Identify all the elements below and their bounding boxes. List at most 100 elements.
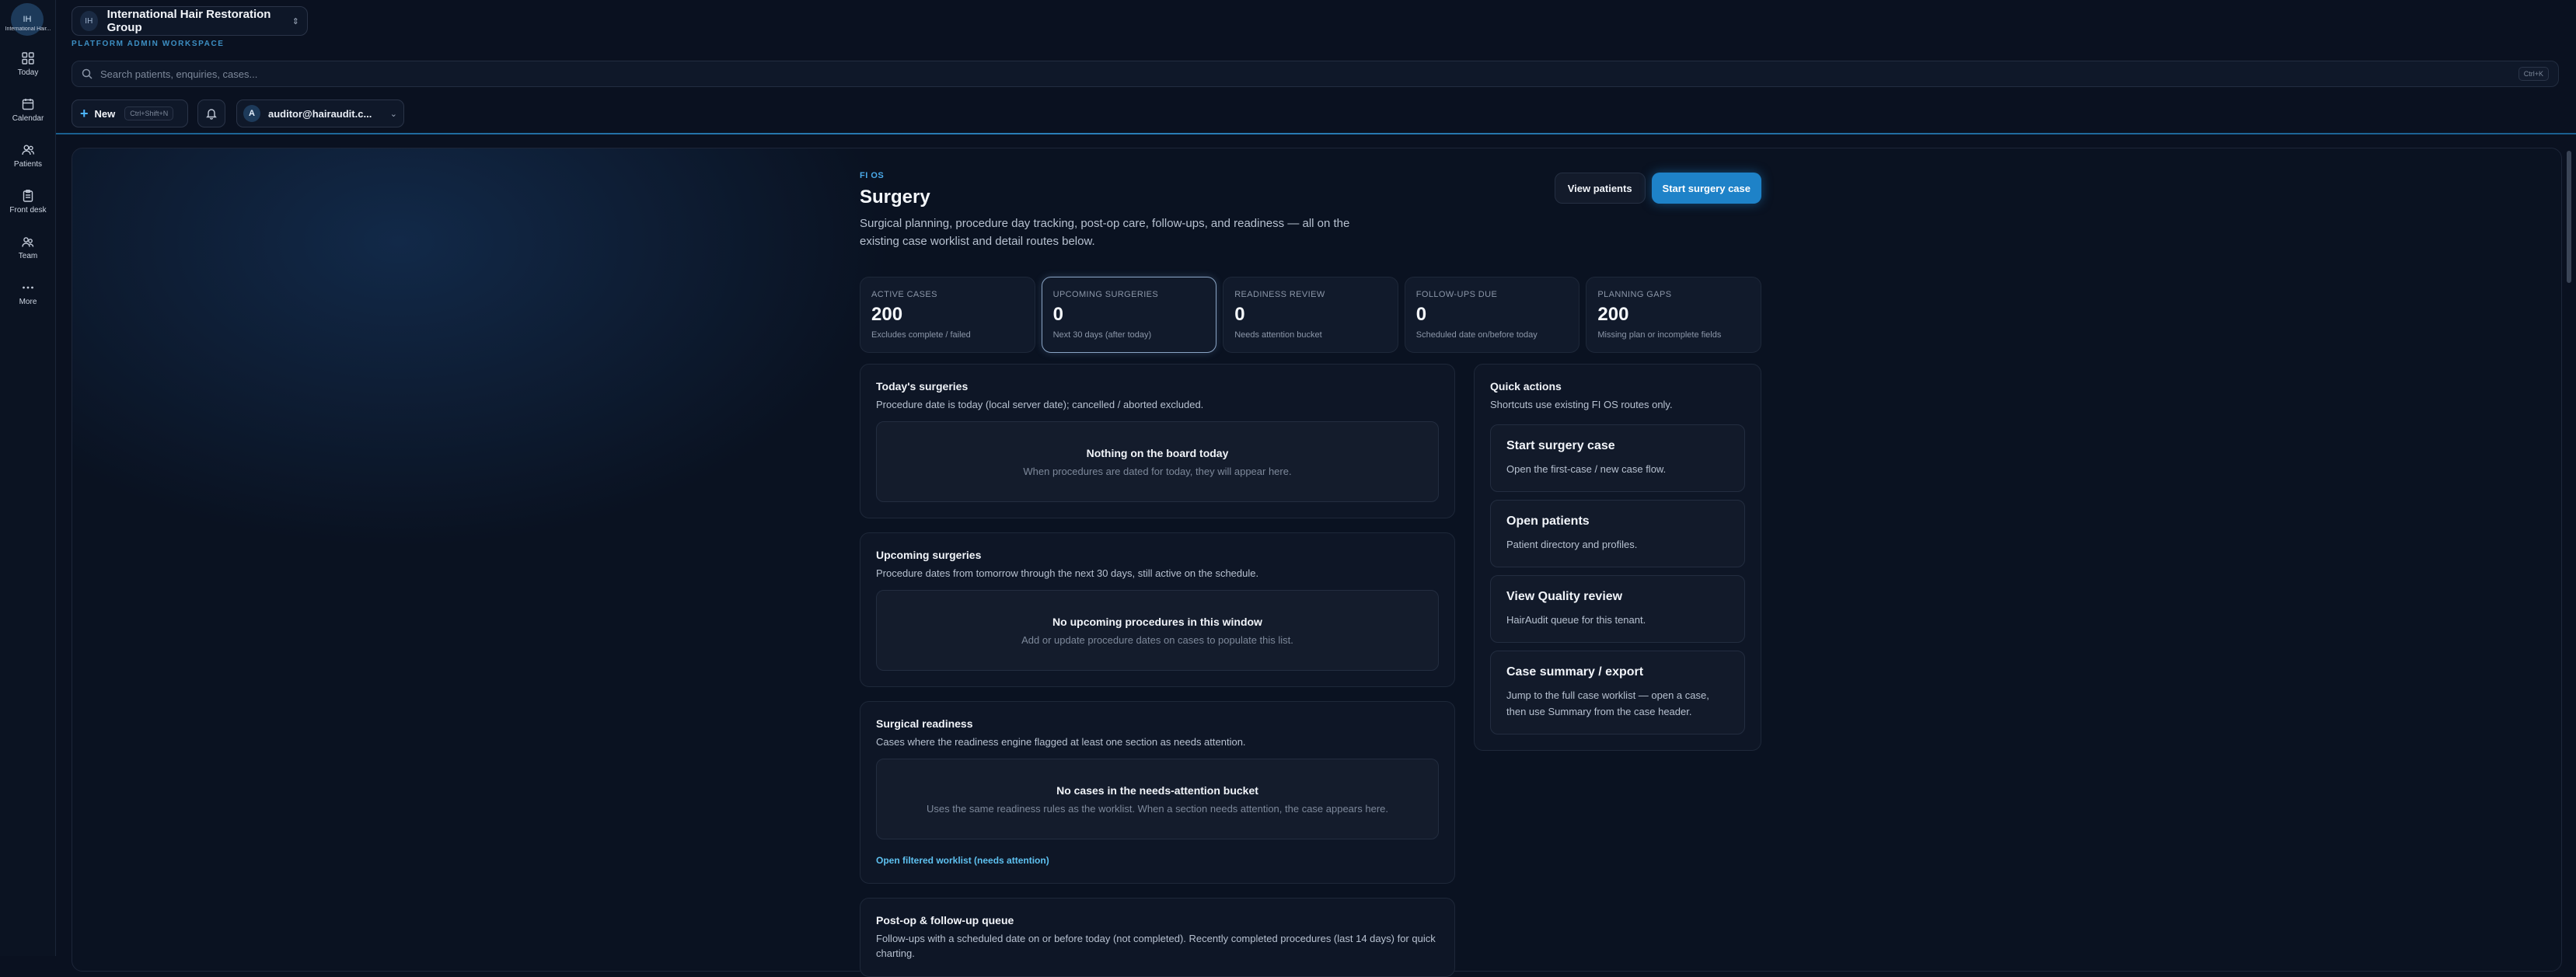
empty-state-description: When procedures are dated for today, the… [1023, 465, 1292, 477]
grid-icon [22, 52, 34, 65]
kpi-note: Next 30 days (after today) [1052, 330, 1152, 340]
empty-state: Nothing on the board today When procedur… [876, 421, 1439, 502]
content-grid: Today's surgeries Procedure date is toda… [860, 364, 1761, 977]
search-icon [82, 68, 92, 79]
users-icon [22, 145, 35, 155]
empty-state-description: Add or update procedure dates on cases t… [1021, 633, 1293, 646]
scrollbar[interactable] [2565, 148, 2573, 956]
kpi-active-cases[interactable]: ACTIVE CASES 200 Excludes complete / fai… [860, 277, 1035, 353]
kpi-planning-gaps[interactable]: PLANNING GAPS 200 Missing plan or incomp… [1586, 277, 1761, 353]
kpi-label: ACTIVE CASES [871, 290, 937, 299]
global-search[interactable]: Ctrl+K [72, 61, 2559, 87]
quick-action-description: Patient directory and profiles. [1506, 539, 1638, 550]
new-shortcut: Ctrl+Shift+N [124, 106, 174, 120]
tenant-logo-caption: International Hair... [5, 26, 51, 32]
quick-action-description: Open the first-case / new case flow. [1506, 463, 1667, 475]
quick-action-case-summary-export[interactable]: Case summary / export Jump to the full c… [1490, 651, 1745, 734]
avatar: A [243, 105, 260, 122]
team-icon [22, 237, 34, 247]
open-filtered-worklist-link[interactable]: Open filtered worklist (needs attention) [876, 855, 1049, 866]
header-divider [56, 133, 2576, 134]
clipboard-icon [23, 190, 33, 202]
user-menu[interactable]: A auditor@hairaudit.c... ⌄ [236, 99, 404, 127]
sections-column: Today's surgeries Procedure date is toda… [860, 364, 1455, 977]
card-title: Post-op & follow-up queue [876, 914, 1014, 926]
surgery-page: View patients Start surgery case FI OS S… [860, 171, 1761, 977]
tenant-name: International Hair Restoration Group [106, 8, 271, 34]
surgical-readiness-card: Surgical readiness Cases where the readi… [860, 701, 1455, 884]
user-email: auditor@hairaudit.c... [268, 107, 372, 120]
card-description: Procedure date is today (local server da… [876, 399, 1204, 410]
plus-icon: + [80, 105, 89, 121]
kpi-label: PLANNING GAPS [1597, 290, 1672, 299]
rail-item-label: Patients [13, 160, 43, 169]
kpi-note: Scheduled date on/before today [1415, 330, 1538, 340]
kpi-follow-ups-due[interactable]: FOLLOW-UPS DUE 0 Scheduled date on/befor… [1404, 277, 1580, 353]
quick-action-title: Start surgery case [1506, 439, 1615, 452]
quick-action-description: HairAudit queue for this tenant. [1506, 614, 1646, 626]
quick-actions-title: Quick actions [1490, 380, 1562, 393]
kpi-value: 200 [1597, 304, 1629, 325]
card-title: Surgical readiness [876, 717, 973, 730]
notifications-button[interactable] [197, 99, 225, 127]
quick-actions-description: Shortcuts use existing FI OS routes only… [1490, 399, 1673, 410]
rail-item-label: Calendar [12, 114, 44, 123]
kpi-label: UPCOMING SURGERIES [1052, 290, 1159, 299]
empty-state: No cases in the needs-attention bucket U… [876, 759, 1439, 839]
kpi-note: Missing plan or incomplete fields [1597, 330, 1722, 340]
search-shortcut: Ctrl+K [2518, 67, 2549, 81]
kpi-value: 0 [1415, 304, 1427, 325]
rail-item-front-desk[interactable]: Front desk [0, 189, 56, 232]
kpi-note: Excludes complete / failed [871, 330, 971, 340]
kpi-label: FOLLOW-UPS DUE [1415, 290, 1498, 299]
kpi-value: 0 [1052, 304, 1063, 325]
rail-item-label: Today [17, 68, 39, 77]
kpi-upcoming-surgeries[interactable]: UPCOMING SURGERIES 0 Next 30 days (after… [1041, 277, 1217, 353]
kpi-value: 0 [1234, 304, 1245, 325]
search-input[interactable] [100, 68, 2511, 80]
post-op-queue-card: Post-op & follow-up queue Follow-ups wit… [860, 898, 1455, 977]
rail-item-calendar[interactable]: Calendar [0, 97, 56, 141]
todays-surgeries-card: Today's surgeries Procedure date is toda… [860, 364, 1455, 518]
page-actions: View patients Start surgery case [1554, 173, 1761, 204]
tenant-badge: IH [80, 11, 98, 31]
card-description: Procedure dates from tomorrow through th… [876, 567, 1259, 579]
rail-item-today[interactable]: Today [0, 51, 56, 95]
quick-action-start-surgery-case[interactable]: Start surgery case Open the first-case /… [1490, 424, 1745, 492]
chevron-down-icon: ⌄ [389, 109, 397, 119]
chevron-up-down-icon: ⇕ [291, 16, 299, 26]
card-description: Follow-ups with a scheduled date on or b… [876, 933, 1436, 959]
empty-state-title: No upcoming procedures in this window [1052, 615, 1262, 628]
rail-item-label: Front desk [9, 206, 47, 215]
quick-action-title: Case summary / export [1506, 665, 1644, 679]
start-surgery-case-button[interactable]: Start surgery case [1651, 173, 1761, 204]
more-icon [23, 286, 33, 289]
view-patients-button[interactable]: View patients [1554, 173, 1646, 204]
upcoming-surgeries-card: Upcoming surgeries Procedure dates from … [860, 532, 1455, 687]
card-title: Today's surgeries [876, 380, 969, 393]
rail-item-label: Team [18, 252, 38, 260]
kpi-note: Needs attention bucket [1234, 330, 1322, 340]
new-button[interactable]: + New Ctrl+Shift+N [72, 99, 188, 127]
quick-actions-list: Start surgery case Open the first-case /… [1490, 424, 1745, 734]
quick-action-view-quality-review[interactable]: View Quality review HairAudit queue for … [1490, 575, 1745, 643]
calendar-icon [22, 99, 34, 110]
kpi-label: READINESS REVIEW [1234, 290, 1325, 299]
quick-actions-panel: Quick actions Shortcuts use existing FI … [1474, 364, 1761, 751]
empty-state-description: Uses the same readiness rules as the wor… [927, 802, 1388, 815]
quick-action-title: View Quality review [1506, 590, 1623, 603]
rail-item-more[interactable]: More [0, 281, 56, 324]
tenant-switcher[interactable]: IH International Hair Restoration Group … [72, 6, 308, 36]
left-rail: IH International Hair... Today Calendar … [0, 0, 56, 956]
empty-state: No upcoming procedures in this window Ad… [876, 590, 1439, 671]
page-description: Surgical planning, procedure day trackin… [860, 217, 1350, 248]
empty-state-title: Nothing on the board today [1086, 446, 1229, 459]
rail-item-label: More [19, 298, 37, 306]
rail-item-team[interactable]: Team [0, 235, 56, 278]
quick-action-title: Open patients [1506, 515, 1590, 528]
scrollbar-thumb[interactable] [2567, 151, 2571, 283]
quick-action-open-patients[interactable]: Open patients Patient directory and prof… [1490, 500, 1745, 567]
kpi-readiness-review[interactable]: READINESS REVIEW 0 Needs attention bucke… [1223, 277, 1398, 353]
kpi-value: 200 [871, 304, 903, 325]
rail-item-patients[interactable]: Patients [0, 143, 56, 187]
